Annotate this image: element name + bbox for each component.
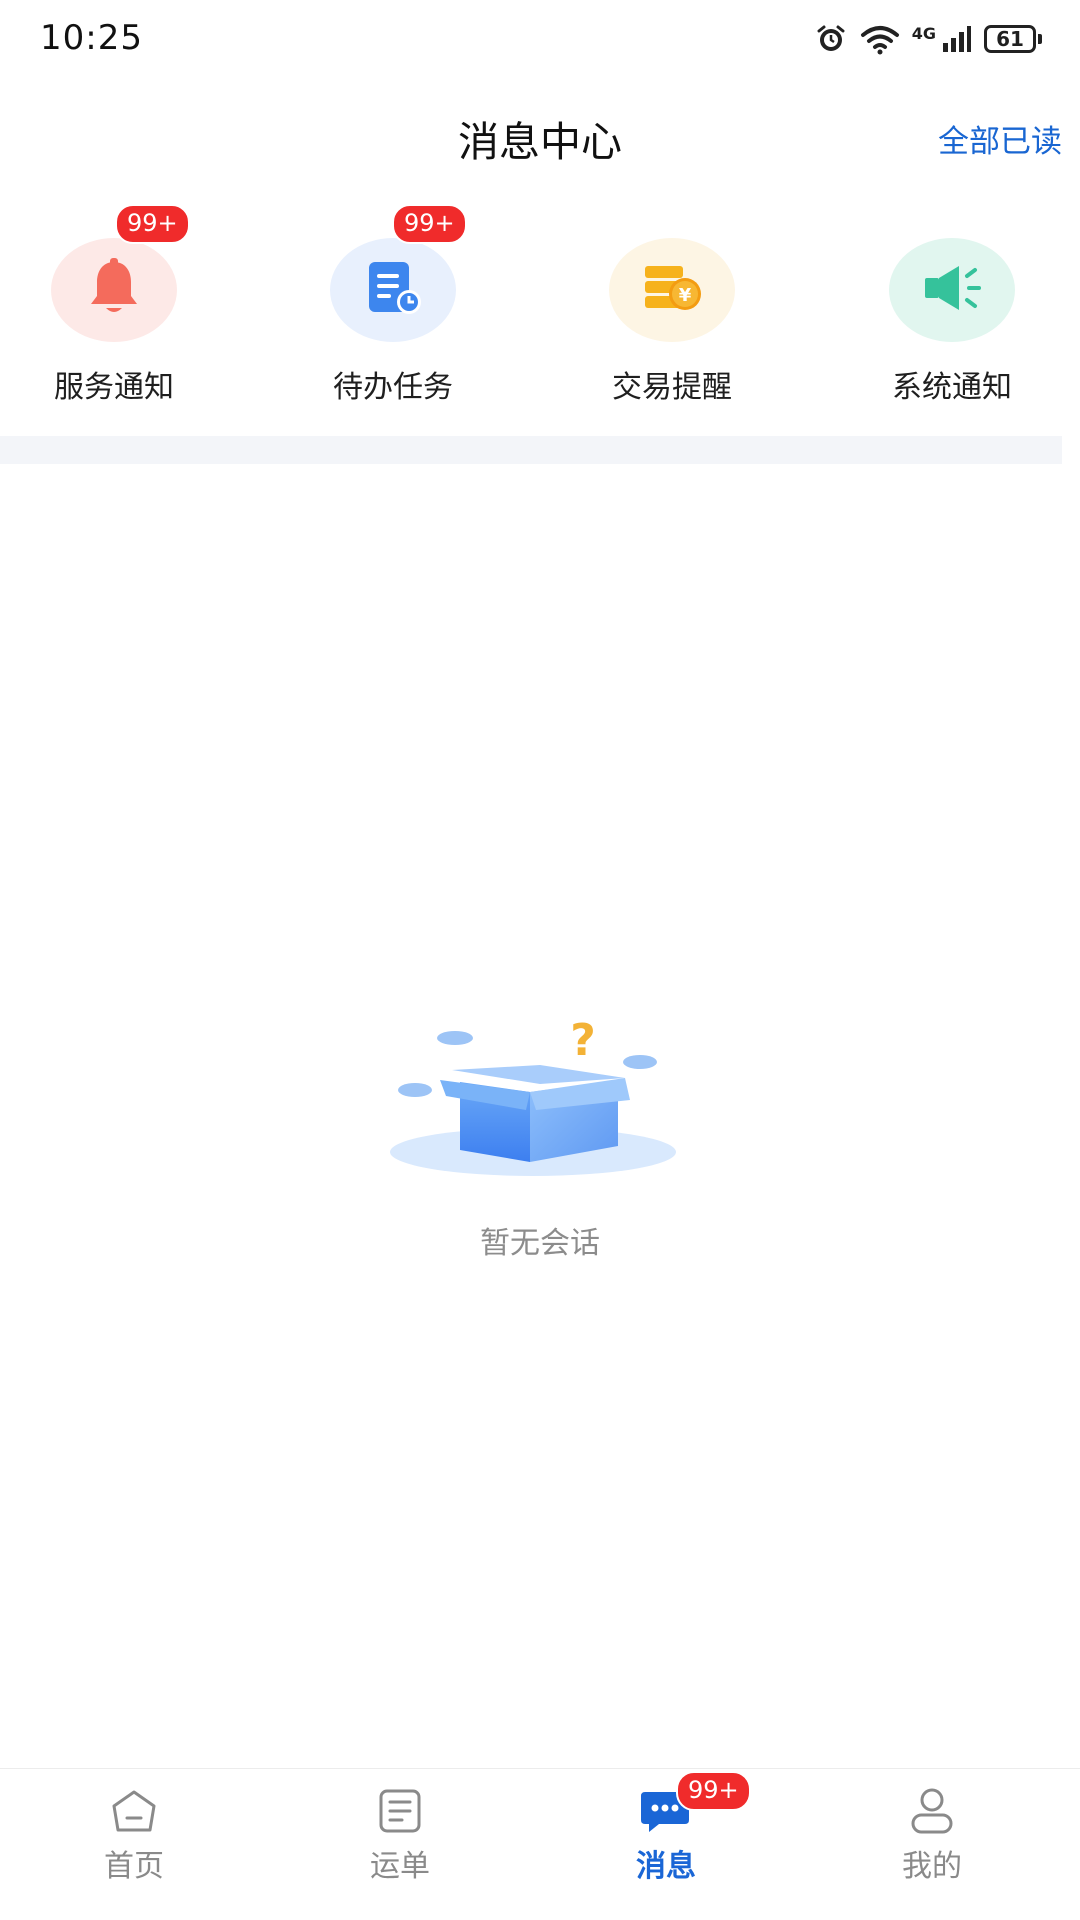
task-list-icon	[361, 256, 425, 324]
category-system-notice[interactable]: 系统通知	[852, 230, 1052, 406]
battery-icon: 61	[984, 25, 1042, 53]
nav-profile[interactable]: 我的	[832, 1783, 1032, 1885]
status-icons: 4G 61	[814, 22, 1042, 56]
status-bar: 10:25 4G 61	[0, 0, 1080, 86]
status-time: 10:25	[40, 18, 143, 58]
waybill-icon	[370, 1783, 430, 1839]
page-title: 消息中心	[458, 118, 622, 166]
category-badge: 99+	[392, 204, 467, 244]
nav-label: 运单	[370, 1849, 430, 1884]
profile-icon	[902, 1783, 962, 1839]
category-icon-bg	[889, 238, 1015, 342]
nav-label: 我的	[902, 1849, 962, 1884]
home-icon	[104, 1783, 164, 1839]
category-transaction-alert[interactable]: ¥ 交易提醒	[572, 230, 772, 406]
category-todo-tasks[interactable]: 99+ 待办任务	[293, 204, 493, 406]
nav-waybill[interactable]: 运单	[300, 1783, 500, 1885]
mark-all-read-button[interactable]: 全部已读	[938, 116, 1062, 161]
nav-badge: 99+	[676, 1771, 751, 1811]
svg-text:¥: ¥	[679, 285, 692, 306]
message-categories: 99+ 服务通知 99+ 待办任务 ¥ 交易提醒 系统通知	[0, 204, 1080, 430]
section-divider	[0, 436, 1062, 464]
speaker-icon	[917, 260, 987, 320]
category-label: 交易提醒	[612, 370, 732, 405]
signal-icon	[942, 25, 972, 53]
bottom-navigation: 首页 运单 99+ 消息 我的	[0, 1768, 1080, 1920]
category-service-notice[interactable]: 99+ 服务通知	[14, 204, 214, 406]
network-type: 4G	[911, 23, 936, 43]
category-icon-bg: 99+	[51, 204, 190, 342]
nav-label: 首页	[104, 1849, 164, 1884]
page-header: 消息中心 全部已读	[0, 86, 1080, 186]
category-label: 系统通知	[892, 370, 1012, 405]
empty-box-illustration: ?	[390, 1010, 680, 1180]
bell-icon	[84, 256, 144, 324]
nav-messages[interactable]: 99+ 消息	[566, 1771, 766, 1885]
chat-icon: 99+	[636, 1771, 751, 1839]
message-center-screen: 10:25 4G 61 消息中心 全部已读 99+ 服务通知 99+ 待办任务 …	[0, 0, 1080, 1920]
category-icon-bg: 99+	[330, 204, 467, 342]
svg-text:?: ?	[570, 1015, 596, 1066]
battery-level: 61	[984, 25, 1036, 53]
nav-label: 消息	[636, 1849, 696, 1884]
category-icon-bg: ¥	[609, 238, 735, 342]
category-label: 待办任务	[333, 370, 453, 405]
nav-home[interactable]: 首页	[34, 1783, 234, 1885]
alarm-icon	[814, 22, 848, 56]
coin-stack-icon: ¥	[637, 258, 707, 322]
wifi-icon	[860, 23, 900, 55]
empty-state-text: 暂无会话	[480, 1226, 600, 1261]
category-badge: 99+	[115, 204, 190, 244]
category-label: 服务通知	[54, 370, 174, 405]
